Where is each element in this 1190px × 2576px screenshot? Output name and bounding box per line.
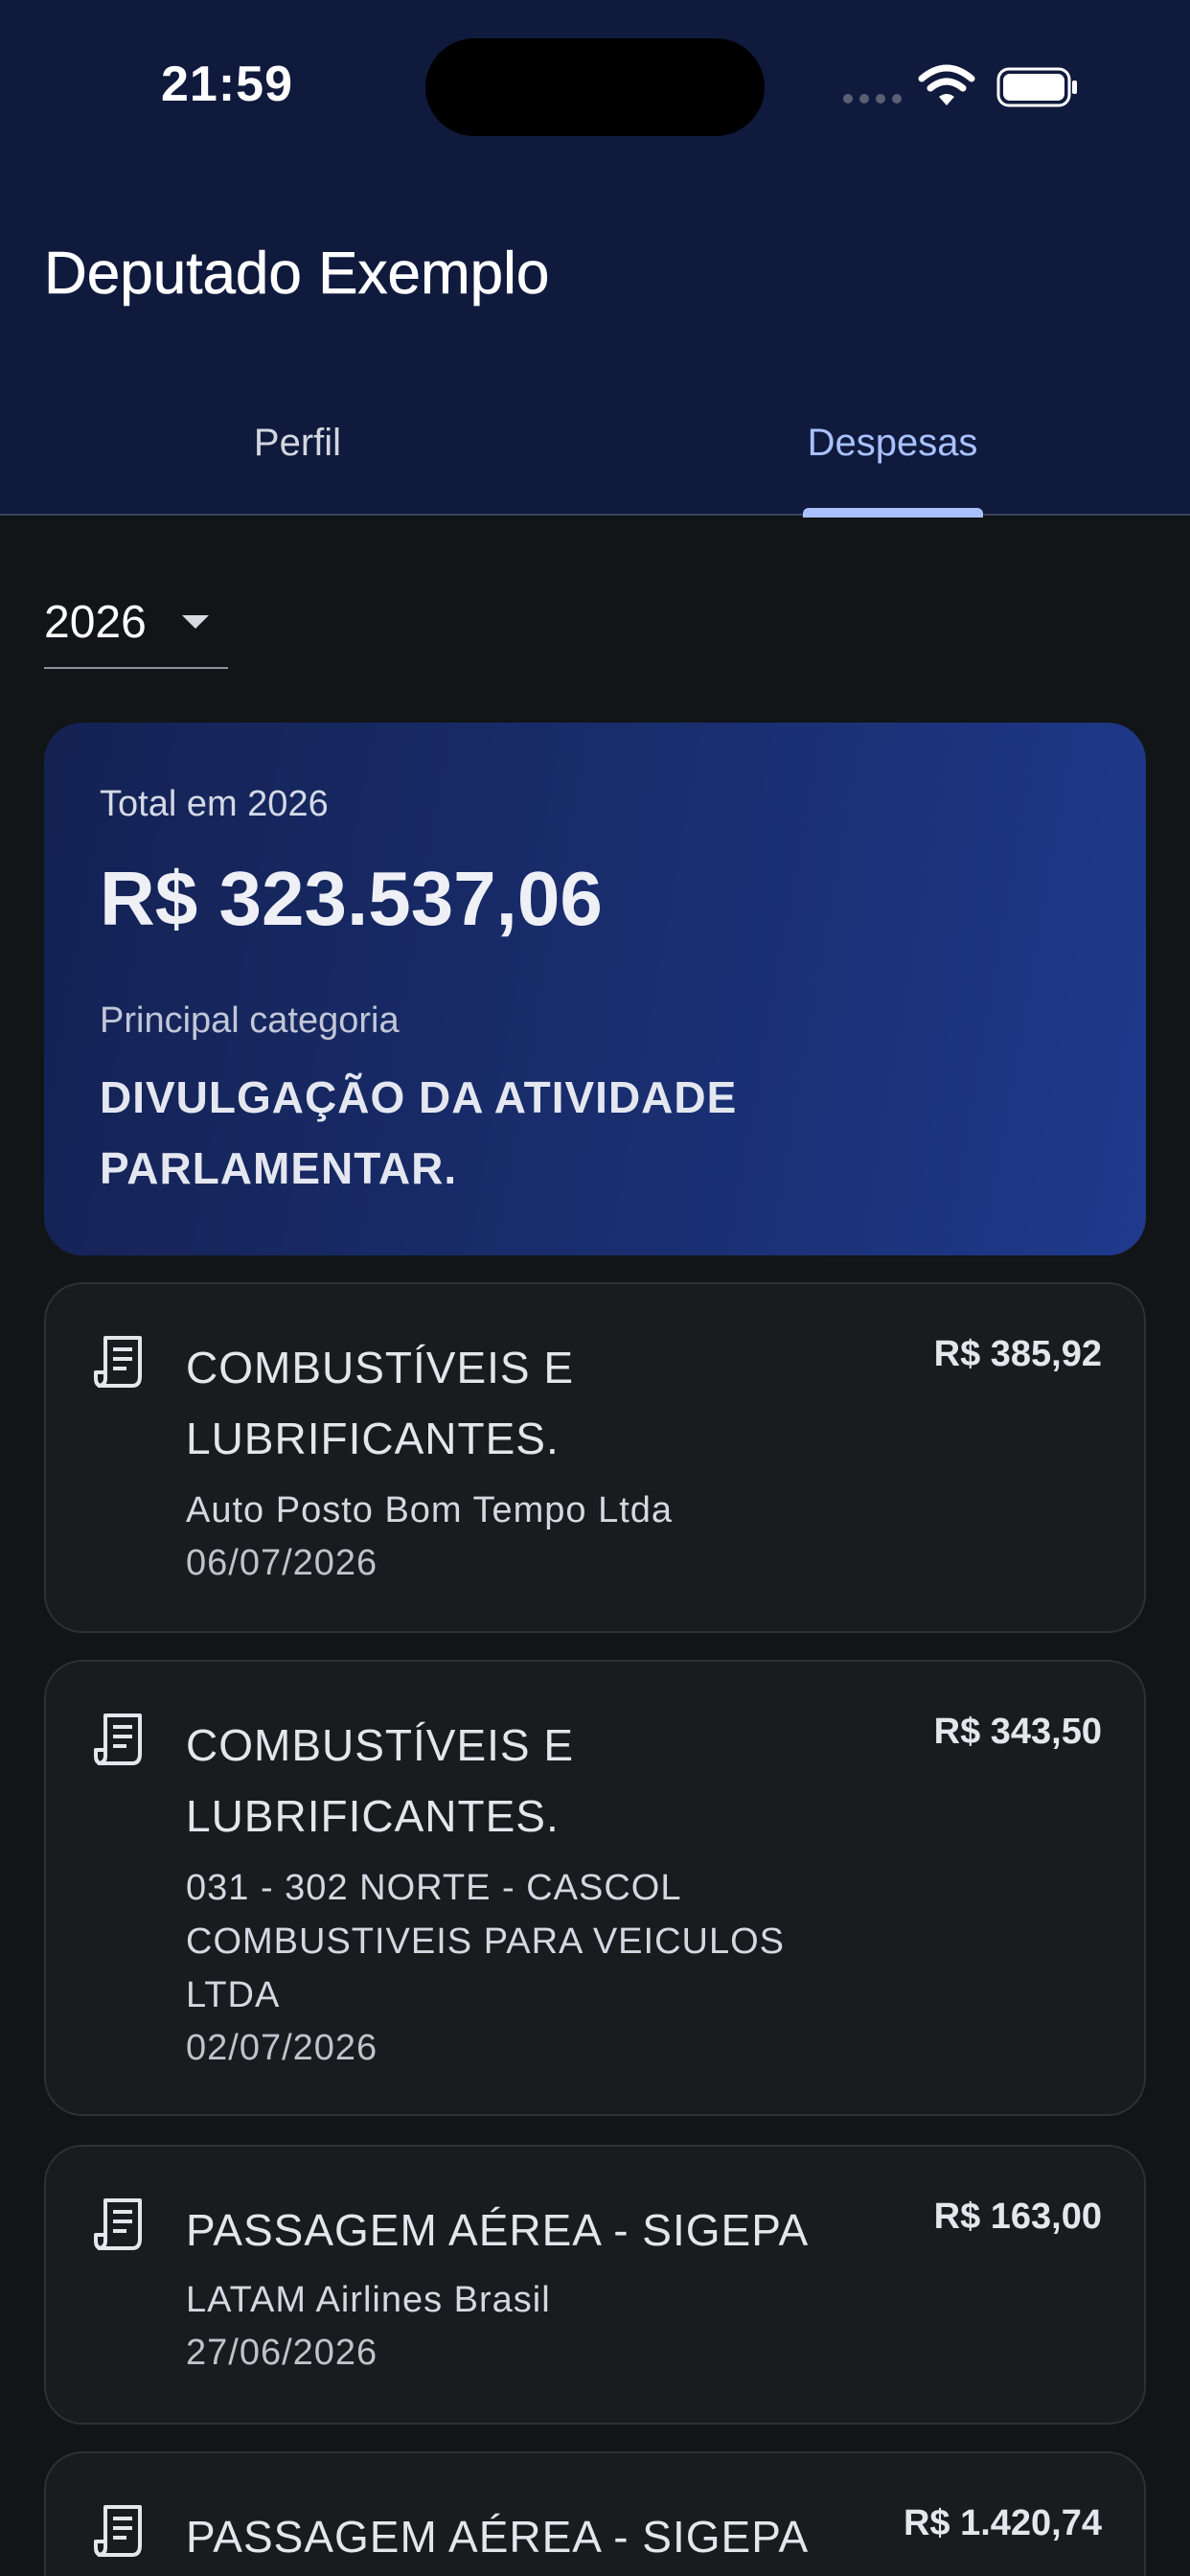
receipt-icon <box>94 1336 142 1388</box>
status-time: 21:59 <box>161 57 293 112</box>
year-dropdown[interactable]: 2026 <box>44 590 228 669</box>
expense-card[interactable]: COMBUSTÍVEIS E LUBRIFICANTES. R$ 343,50 … <box>44 1660 1146 2116</box>
expense-date: 06/07/2026 <box>186 1543 378 1583</box>
total-label: Total em 2026 <box>100 784 329 824</box>
expense-card[interactable]: PASSAGEM AÉREA - SIGEPA R$ 1.420,74 <box>44 2451 1146 2576</box>
expense-amount: R$ 385,92 <box>933 1334 1102 1374</box>
year-value: 2026 <box>44 597 147 648</box>
expense-amount: R$ 163,00 <box>933 2196 1102 2237</box>
cellular-signal-icon <box>843 94 902 104</box>
app-header: 21:59 Deputado Exemplo Perfil Despesas <box>0 0 1190 518</box>
expense-category: PASSAGEM AÉREA - SIGEPA <box>186 2205 810 2255</box>
dynamic-island <box>425 38 765 136</box>
page-title: Deputado Exemplo <box>44 241 550 308</box>
wifi-icon <box>918 64 975 105</box>
expense-category: COMBUSTÍVEIS E LUBRIFICANTES. <box>186 1720 575 1841</box>
expense-date: 27/06/2026 <box>186 2333 378 2373</box>
tab-despesas[interactable]: Despesas <box>595 422 1190 465</box>
expense-category: COMBUSTÍVEIS E LUBRIFICANTES. <box>186 1343 575 1463</box>
dropdown-arrow-icon <box>182 615 209 629</box>
expense-category: PASSAGEM AÉREA - SIGEPA <box>186 2512 810 2562</box>
tab-perfil[interactable]: Perfil <box>0 422 595 465</box>
expense-card[interactable]: COMBUSTÍVEIS E LUBRIFICANTES. R$ 385,92 … <box>44 1282 1146 1633</box>
expense-supplier: 031 - 302 NORTE - CASCOL COMBUSTIVEIS PA… <box>186 1868 786 2015</box>
expense-card[interactable]: PASSAGEM AÉREA - SIGEPA R$ 163,00 LATAM … <box>44 2145 1146 2425</box>
battery-icon <box>996 67 1077 107</box>
tab-indicator <box>803 508 983 518</box>
top-category-value: DIVULGAÇÃO DA ATIVIDADE PARLAMENTAR. <box>100 1072 738 1193</box>
app-screen: 21:59 Deputado Exemplo Perfil Despesas 2… <box>0 0 1190 2576</box>
expense-amount: R$ 343,50 <box>933 1712 1102 1752</box>
expense-date: 02/07/2026 <box>186 2028 378 2068</box>
receipt-icon <box>94 1714 142 1765</box>
expense-amount: R$ 1.420,74 <box>903 2503 1102 2543</box>
summary-card: Total em 2026 R$ 323.537,06 Principal ca… <box>44 723 1146 1255</box>
total-value: R$ 323.537,06 <box>100 856 603 941</box>
expense-supplier: LATAM Airlines Brasil <box>186 2280 551 2320</box>
expense-supplier: Auto Posto Bom Tempo Ltda <box>186 1490 674 1530</box>
receipt-icon <box>94 2505 142 2557</box>
top-category-label: Principal categoria <box>100 1000 400 1041</box>
receipt-icon <box>94 2198 142 2250</box>
